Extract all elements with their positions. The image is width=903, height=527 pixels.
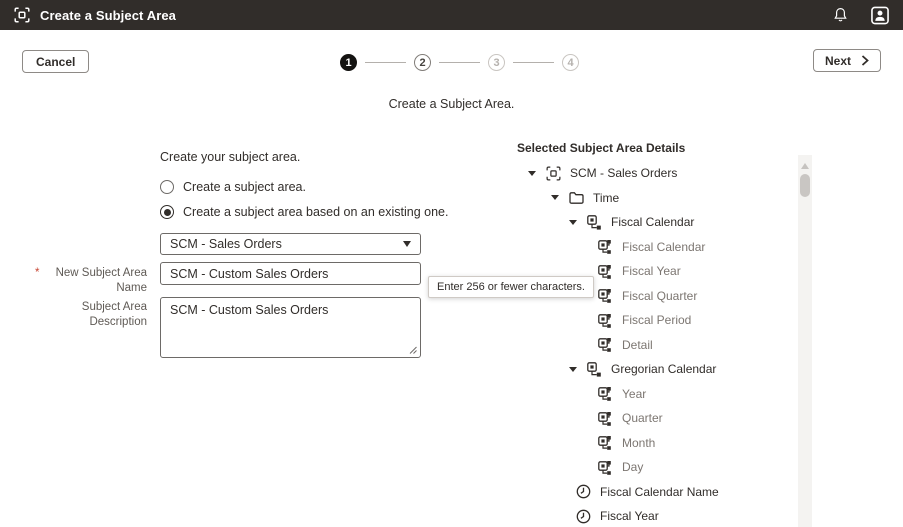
tree-node-label: Month (622, 435, 656, 450)
tree-node-label: Time (593, 190, 620, 205)
tree-node-label: Detail (622, 337, 653, 352)
stepper-step-4[interactable]: 4 (562, 54, 579, 71)
form-heading: Create your subject area. (160, 150, 301, 164)
tree-node-label: Fiscal Calendar (611, 215, 695, 230)
page-title: Create a Subject Area (40, 7, 177, 23)
tree-node[interactable]: Fiscal Year (517, 504, 795, 527)
subject-area-icon (546, 166, 561, 181)
tree-node[interactable]: Quarter (517, 406, 795, 431)
next-button[interactable]: Next (812, 49, 881, 72)
new-subject-area-name-input[interactable] (160, 262, 421, 285)
tree-node-label: Gregorian Calendar (611, 362, 717, 377)
resize-handle-icon[interactable] (408, 345, 417, 354)
description-field-label: Subject Area Description (81, 301, 147, 328)
expand-caret-icon[interactable] (569, 219, 577, 225)
tree-node-label: Fiscal Year (622, 264, 681, 279)
tree-node[interactable]: Year (517, 382, 795, 407)
level-icon (598, 337, 613, 353)
tree-node[interactable]: Fiscal Calendar (517, 210, 795, 235)
description-text: SCM - Custom Sales Orders (170, 303, 329, 317)
tree-node-label: Fiscal Period (622, 313, 692, 328)
scrollbar-thumb[interactable] (800, 174, 810, 197)
expand-caret-icon[interactable] (569, 366, 577, 372)
clock-icon (576, 509, 591, 524)
level-icon (598, 239, 613, 255)
stepper-step-1[interactable]: 1 (340, 54, 357, 71)
cancel-button[interactable]: Cancel (22, 50, 90, 73)
level-icon (598, 386, 613, 402)
tree-node-label: Quarter (622, 411, 663, 426)
level-icon (598, 460, 613, 475)
tree-node[interactable]: Gregorian Calendar (517, 357, 795, 382)
clock-icon (576, 484, 591, 499)
tree-node[interactable]: Day (517, 455, 795, 480)
chevron-right-icon (861, 55, 869, 66)
tree-node[interactable]: Fiscal Year (517, 259, 795, 284)
tree-node-label: Fiscal Calendar (622, 239, 706, 254)
scrollbar[interactable] (798, 155, 812, 527)
subject-area-icon (14, 7, 30, 23)
tree-node-label: Day (622, 460, 644, 475)
stepper-step-2[interactable]: 2 (414, 54, 431, 71)
name-field-label: * New Subject Area Name (35, 267, 147, 294)
expand-caret-icon[interactable] (528, 170, 536, 176)
level-icon (598, 288, 613, 304)
radio-create-new[interactable]: Create a subject area. (160, 180, 306, 194)
subject-area-description-textarea[interactable]: SCM - Custom Sales Orders (160, 297, 421, 358)
tree-node-label: Year (622, 386, 647, 401)
tree-node[interactable]: Fiscal Calendar (517, 235, 795, 260)
tree-node[interactable]: Detail (517, 333, 795, 358)
notifications-bell-icon[interactable] (831, 6, 849, 24)
tree-node[interactable]: Fiscal Period (517, 308, 795, 333)
level-icon (598, 435, 613, 451)
level-icon (598, 411, 613, 426)
required-marker: * (35, 267, 40, 279)
title-bar: Create a Subject Area (0, 0, 903, 30)
source-subject-area-select[interactable]: SCM - Sales Orders (160, 233, 421, 255)
stepper-connector-line (513, 61, 554, 64)
tree-node-label: Fiscal Year (600, 509, 659, 524)
radio-button-icon (160, 205, 174, 219)
cancel-button-label: Cancel (36, 54, 76, 69)
radio-label: Create a subject area. (183, 180, 306, 194)
next-button-label: Next (824, 53, 851, 68)
tree-node[interactable]: SCM - Sales Orders (517, 161, 795, 186)
tree-node-label: Fiscal Quarter (622, 288, 698, 303)
tree-node[interactable]: Fiscal Quarter (517, 284, 795, 309)
tree-node[interactable]: Month (517, 431, 795, 456)
level-icon (598, 264, 613, 279)
tree-node-label: SCM - Sales Orders (570, 166, 678, 181)
tree-node[interactable]: Fiscal Calendar Name (517, 480, 795, 505)
details-panel-title: Selected Subject Area Details (517, 141, 686, 155)
expand-caret-icon[interactable] (551, 195, 559, 201)
wizard-step-subtitle: Create a Subject Area. (388, 97, 515, 111)
tree-node[interactable]: Time (517, 186, 795, 211)
selected-value: SCM - Sales Orders (170, 237, 282, 251)
tree-node-label: Fiscal Calendar Name (600, 484, 719, 499)
stepper-connector-line (365, 61, 406, 64)
user-avatar-icon[interactable] (871, 6, 889, 24)
create-subject-area-window: Create a Subject Area Cancel Next 1 2 3 4… (0, 0, 903, 527)
radio-create-from-existing[interactable]: Create a subject area based on an existi… (160, 205, 448, 219)
hierarchy-icon (587, 361, 602, 377)
subject-area-tree: SCM - Sales Orders Time Fiscal Calendar Fis… (517, 161, 795, 527)
stepper-step-3[interactable]: 3 (488, 54, 505, 71)
folder-icon (569, 190, 584, 205)
hierarchy-icon (587, 214, 602, 230)
scroll-up-arrow-icon[interactable] (800, 163, 809, 169)
dropdown-arrow-icon (403, 241, 411, 247)
wizard-stepper: 1 2 3 4 (340, 54, 579, 71)
radio-label: Create a subject area based on an existi… (183, 205, 449, 219)
level-icon (598, 313, 613, 328)
radio-button-icon (160, 180, 174, 194)
stepper-connector-line (439, 61, 480, 64)
